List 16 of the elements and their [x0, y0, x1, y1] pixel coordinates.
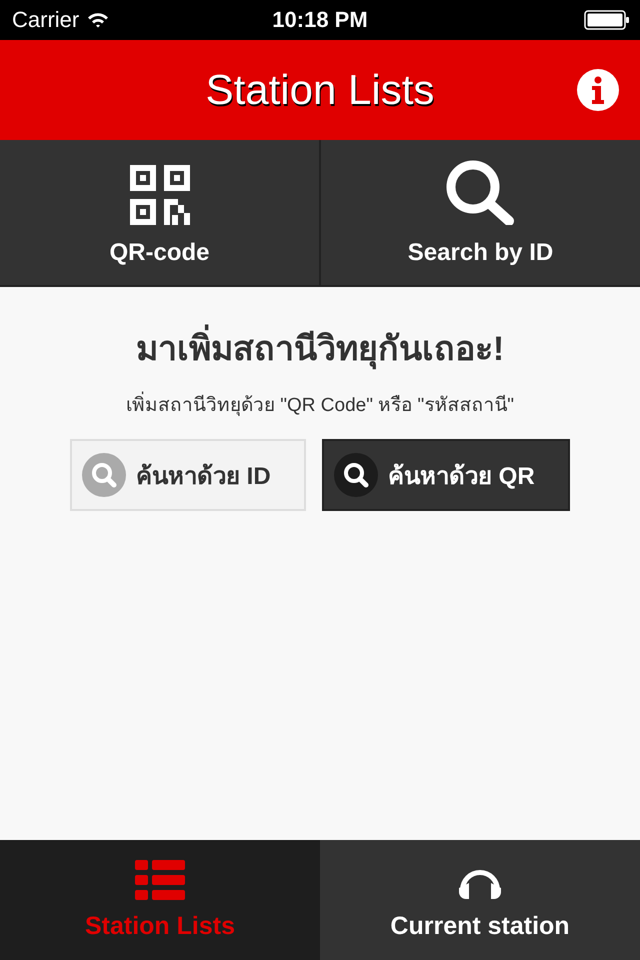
search-icon	[444, 159, 516, 225]
heading: มาเพิ่มสถานีวิทยุกันเถอะ!	[136, 321, 504, 375]
subtitle: เพิ่มสถานีวิทยุด้วย "QR Code" หรือ "รหัสสถานี"	[126, 389, 514, 419]
wifi-icon	[87, 12, 110, 28]
qr-code-icon	[130, 165, 190, 225]
clock: 10:18 PM	[272, 7, 368, 33]
list-icon	[135, 860, 185, 900]
search-button[interactable]: ค้นหาด้วย ID	[70, 439, 306, 511]
search-icon	[334, 453, 378, 497]
nav-title: Station Lists	[206, 66, 434, 114]
battery-icon	[584, 10, 630, 30]
carrier-label: Carrier	[12, 7, 80, 33]
info-icon[interactable]	[576, 68, 620, 112]
search-button[interactable]: ค้นหาด้วย QR	[322, 439, 570, 511]
search-icon	[82, 453, 126, 497]
tab[interactable]: Current station	[320, 840, 640, 960]
